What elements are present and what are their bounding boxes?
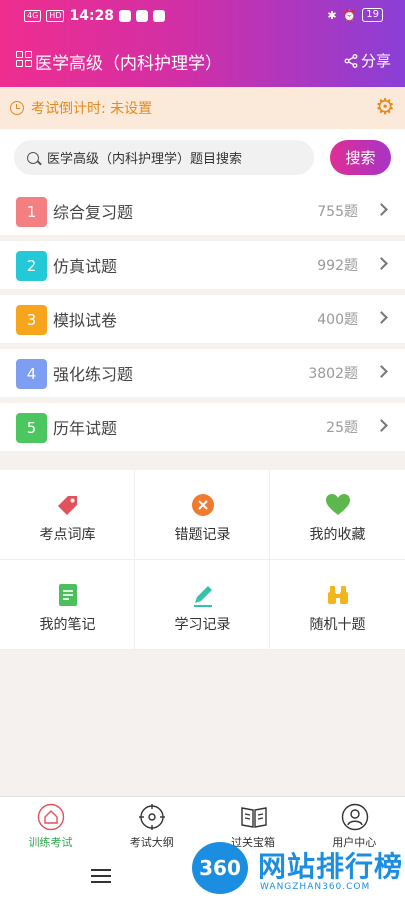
share-label: 分享 [360,52,391,70]
search-input[interactable]: 医学高级（内科护理学）题目搜索 [14,140,314,175]
message-icon [119,10,132,22]
item-label: 综合复习题 [53,203,134,222]
tool-wrong-answers[interactable]: 错题记录 [135,470,270,560]
list-item-intensive-practice[interactable]: 4 强化练习题 3802题 [0,349,405,397]
item-number-badge: 3 [16,305,47,335]
gear-icon[interactable]: ⚙ [375,97,395,119]
tab-label: 考试大纲 [129,836,174,849]
mail-icon [136,10,149,22]
search-placeholder: 医学高级（内科护理学）题目搜索 [47,152,243,167]
item-label: 强化练习题 [53,365,134,384]
tool-study-records[interactable]: 学习记录 [135,560,270,650]
tool-label: 考点词库 [39,527,96,543]
binoculars-icon [328,586,348,604]
pencil-icon [194,586,212,607]
tab-exam-outline[interactable]: 考试大纲 [101,797,202,852]
search-button[interactable]: 搜索 [330,140,391,175]
item-number-badge: 2 [16,251,47,281]
tool-keyword-bank[interactable]: 考点词库 [0,470,135,560]
alarm-icon: ⏰ [342,8,357,22]
user-icon [341,803,368,831]
clock-icon [10,101,24,115]
book-icon [240,807,267,828]
question-set-list: 1 综合复习题 755题 2 仿真试题 992题 3 模拟试卷 400题 4 强… [0,187,405,457]
chevron-right-icon [375,311,388,324]
status-bar: 4G HD 14:28 ✱ ⏰ 19 [0,0,405,32]
status-time: 14:28 [69,8,115,24]
share-icon [344,53,358,68]
list-item-mock-exam[interactable]: 3 模拟试卷 400题 [0,295,405,343]
compass-icon [139,804,166,830]
item-count: 755题 [317,204,358,220]
bluetooth-icon: ✱ [327,8,337,22]
item-label: 模拟试卷 [53,311,118,330]
chevron-right-icon [375,257,388,270]
network-indicator: 4G [24,10,42,22]
tools-grid: 考点词库 错题记录 我的收藏 我的笔记 学习记录 随机十题 [0,470,405,650]
search-row: 医学高级（内科护理学）题目搜索 搜索 [0,129,405,187]
chevron-right-icon [375,365,388,378]
item-label: 历年试题 [53,419,118,438]
menu-icon[interactable] [91,869,111,883]
share-button[interactable]: 分享 [344,50,391,71]
item-count: 400题 [317,312,358,328]
tool-notes[interactable]: 我的笔记 [0,560,135,650]
tool-label: 随机十题 [309,617,366,633]
battery-indicator: 19 [362,8,383,22]
title-bar: 医学高级（内科护理学） 分享 [0,44,405,76]
page-title: 医学高级（内科护理学） [35,54,222,74]
item-count: 3802题 [308,366,358,382]
notification-icon [153,10,166,22]
grid-menu-icon[interactable] [16,51,32,67]
list-item-simulation-questions[interactable]: 2 仿真试题 992题 [0,241,405,289]
hd-indicator: HD [46,10,65,22]
watermark-title: 网站排行榜 [258,850,404,883]
chevron-right-icon [375,203,388,216]
item-number-badge: 1 [16,197,47,227]
tab-training-exam[interactable]: 训练考试 [0,797,101,852]
item-number-badge: 5 [16,413,47,443]
tag-icon [58,496,77,515]
chevron-right-icon [375,419,388,432]
tool-label: 学习记录 [174,617,231,633]
tool-label: 错题记录 [174,527,231,543]
tool-random-ten[interactable]: 随机十题 [270,560,405,650]
close-circle-icon [192,494,214,516]
site-watermark: 360 网站排行榜 WANGZHAN360.COM [192,840,402,898]
tool-favorites[interactable]: 我的收藏 [270,470,405,560]
item-count: 992题 [317,258,358,274]
exam-countdown-bar[interactable]: 考试倒计时: 未设置 ⚙ [0,87,405,129]
item-number-badge: 4 [16,359,47,389]
home-icon [37,803,65,831]
countdown-text: 考试倒计时: 未设置 [31,101,153,117]
watermark-logo: 360 [192,842,248,894]
notebook-icon [59,584,77,606]
heart-icon [326,494,350,515]
list-item-past-exams[interactable]: 5 历年试题 25题 [0,403,405,451]
tab-label: 训练考试 [28,836,73,849]
item-count: 25题 [326,420,358,436]
watermark-url: WANGZHAN360.COM [260,882,371,892]
tool-label: 我的笔记 [39,617,96,633]
search-icon [27,151,39,164]
item-label: 仿真试题 [53,257,118,276]
list-item-comprehensive-review[interactable]: 1 综合复习题 755题 [0,187,405,235]
tool-label: 我的收藏 [309,527,366,543]
app-header: 4G HD 14:28 ✱ ⏰ 19 医学高级（内科护理学） 分享 [0,0,405,87]
